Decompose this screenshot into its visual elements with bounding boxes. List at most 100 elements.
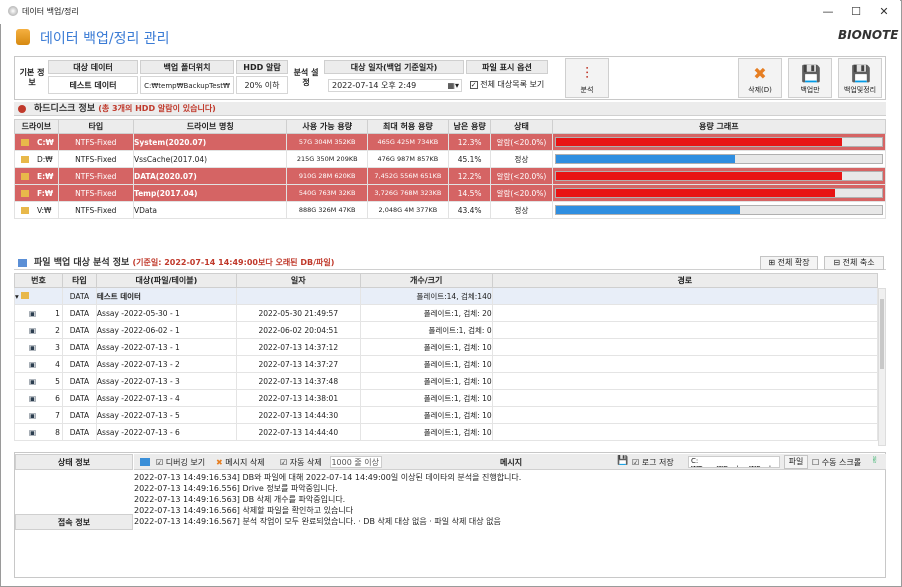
- row-date: 2022-07-13 14:37:48: [235, 372, 361, 390]
- delete-button[interactable]: ✖ 삭제(D): [738, 58, 782, 98]
- expand-label: 전체 확장: [777, 258, 810, 267]
- hdd-col-header[interactable]: 상태: [490, 119, 553, 134]
- drive-letter: V:₩: [37, 205, 52, 215]
- line-limit-field[interactable]: 1000 줄 이상: [330, 456, 382, 468]
- file-row[interactable]: ▣ 6 DATA Assay -2022-07-13 - 4 2022-07-13 14…: [14, 389, 879, 407]
- hdd-row[interactable]: C:₩ NTFS-Fixed System(2020.07) 57G 304M 352…: [14, 133, 887, 151]
- collapse-all-button[interactable]: ⊟ 전체 축소: [824, 256, 884, 270]
- database-icon: [16, 29, 30, 45]
- checkbox-icon[interactable]: ✓: [469, 80, 478, 89]
- hdd-cell-name: Temp(2017.04): [132, 184, 288, 202]
- row-path: [491, 423, 879, 441]
- drive-letter: E:₩: [37, 171, 54, 181]
- log-messages: 2022-07-13 14:49:16.534] DB와 파일에 대해 2022…: [134, 472, 521, 527]
- hdd-cell-drive: V:₩: [14, 201, 59, 219]
- backup-clean-button[interactable]: 💾 백업및정리: [838, 58, 882, 98]
- hdd-row[interactable]: F:₩ NTFS-Fixed Temp(2017.04) 540G 763M 32KB…: [14, 184, 887, 202]
- file-table: 번호 타입 대상(파일/테이블) 일자 개수/크기 경로 ▾ DATA 테스트 데이터 폴레이트…: [14, 273, 879, 441]
- hdd-row[interactable]: V:₩ NTFS-Fixed VData 888G 326M 47KB 2,048G 4…: [14, 201, 887, 219]
- file-row[interactable]: ▣ 2 DATA Assay -2022-06-02 - 1 2022-06-02 20…: [14, 321, 879, 339]
- group-row[interactable]: ▾ DATA 테스트 데이터 폴레이트:14, 검체:140: [14, 287, 879, 305]
- row-number-cell: ▣ 7: [14, 406, 63, 424]
- date-picker[interactable]: 2022-07-14 오후 2:49 ▦▾: [328, 79, 462, 92]
- delete-message-label: 메시지 삭제: [225, 458, 265, 467]
- equalizer-icon: ⫶: [584, 64, 589, 83]
- analyze-label: 분석: [580, 86, 594, 94]
- row-number: 6: [55, 393, 60, 403]
- auto-delete-toggle[interactable]: ☑ 자동 삭제: [280, 457, 322, 468]
- vertical-scrollbar[interactable]: [878, 288, 886, 446]
- file-col-header[interactable]: 대상(파일/테이블): [95, 273, 237, 288]
- manual-scroll-toggle[interactable]: ☐ 수동 스크롤: [812, 457, 861, 468]
- manual-scroll-label: 수동 스크롤: [821, 458, 862, 467]
- close-icon[interactable]: ✕: [876, 4, 892, 20]
- floppy-icon: ▣: [29, 376, 37, 386]
- log-line: 2022-07-13 14:49:16.563] DB 삭제 개수를 파악중입니…: [134, 495, 346, 504]
- delete-message-button[interactable]: ✖ 메시지 삭제: [216, 457, 265, 468]
- hdd-col-header[interactable]: 드라이브: [14, 119, 59, 134]
- row-number: 7: [55, 410, 60, 420]
- hdd-cell-drive: C:₩: [14, 133, 59, 151]
- file-row[interactable]: ▣ 8 DATA Assay -2022-07-13 - 6 2022-07-13 14…: [14, 423, 879, 441]
- hdd-col-header[interactable]: 최대 허용 용량: [366, 119, 449, 134]
- floppy-icon: ▣: [29, 325, 37, 335]
- file-row[interactable]: ▣ 7 DATA Assay -2022-07-13 - 5 2022-07-13 14…: [14, 406, 879, 424]
- analyze-button[interactable]: ⫶ 분석: [565, 58, 609, 98]
- hdd-cell-free: 57G 304M 352KB: [286, 133, 368, 151]
- file-col-header[interactable]: 개수/크기: [359, 273, 493, 288]
- hdd-cell-max: 2,048G 4M 377KB: [366, 201, 449, 219]
- hdd-cell-max: 3,726G 768M 323KB: [366, 184, 449, 202]
- delete-x-icon: ✖: [216, 458, 223, 467]
- hdd-cell-status: 정상: [490, 201, 553, 219]
- expand-all-button[interactable]: ⊞ 전체 확장: [760, 256, 818, 270]
- row-name: Assay -2022-05-30 - 1: [95, 304, 237, 322]
- hdd-col-header[interactable]: 남은 용량: [447, 119, 492, 134]
- auto-delete-label: 자동 삭제: [289, 458, 322, 467]
- file-row[interactable]: ▣ 3 DATA Assay -2022-07-13 - 1 2022-07-13 14…: [14, 338, 879, 356]
- file-row[interactable]: ▣ 1 DATA Assay -2022-05-30 - 1 2022-05-30 21…: [14, 304, 879, 322]
- app-title: 데이터 백업/정리 관리: [40, 31, 170, 47]
- minimize-icon[interactable]: —: [820, 4, 836, 20]
- row-name: Assay -2022-07-13 - 1: [95, 338, 237, 356]
- row-name: Assay -2022-07-13 - 5: [95, 406, 237, 424]
- debug-toggle[interactable]: ☑ 디버깅 보기: [156, 457, 205, 468]
- file-title: 파일 백업 대상 분석 정보: [34, 258, 130, 268]
- backup-only-button[interactable]: 💾 백업만: [788, 58, 832, 98]
- drive-letter: D:₩: [37, 154, 53, 164]
- row-path: [491, 304, 879, 322]
- group-expander[interactable]: ▾: [14, 287, 63, 305]
- file-col-header[interactable]: 번호: [14, 273, 63, 288]
- file-row[interactable]: ▣ 4 DATA Assay -2022-07-13 - 2 2022-07-13 14…: [14, 355, 879, 373]
- row-path: [491, 372, 879, 390]
- file-col-header[interactable]: 일자: [235, 273, 361, 288]
- row-path: [491, 389, 879, 407]
- delete-label: 삭제(D): [748, 86, 772, 94]
- hdd-row[interactable]: E:₩ NTFS-Fixed DATA(2020.07) 910G 28M 620KB…: [14, 167, 887, 185]
- hdd-col-header[interactable]: 사용 가능 용량: [286, 119, 368, 134]
- log-line: 2022-07-13 14:49:16.566] 삭제할 파일을 확인하고 있습…: [134, 506, 354, 515]
- row-number: 5: [55, 376, 60, 386]
- capacity-graph: [551, 201, 887, 219]
- calendar-icon[interactable]: ▦▾: [447, 80, 459, 92]
- file-col-header[interactable]: 타입: [61, 273, 97, 288]
- file-row[interactable]: ▣ 5 DATA Assay -2022-07-13 - 3 2022-07-13 14…: [14, 372, 879, 390]
- root-folder-field[interactable]: C:₩temp₩BackupTest₩: [140, 76, 234, 94]
- log-save-toggle[interactable]: ☑ 로그 저장: [632, 457, 674, 468]
- hdd-row[interactable]: D:₩ NTFS-Fixed VssCache(2017.04) 215G 350M …: [14, 150, 887, 168]
- expand-icon[interactable]: ▾: [15, 292, 18, 301]
- log-path-field[interactable]: C:₩Temp₩Backup₩Backu: [688, 456, 780, 468]
- hdd-cell-status: 알람(<20.0%): [490, 184, 553, 202]
- show-all-option[interactable]: ✓ 전체 대상목록 보기: [466, 78, 548, 92]
- row-type: DATA: [61, 304, 97, 322]
- hdd-col-header[interactable]: 드라이브 명칭: [132, 119, 288, 134]
- drive-icon: [21, 139, 29, 146]
- hdd-cell-type: NTFS-Fixed: [57, 133, 134, 151]
- hands-icon[interactable]: ✌: [871, 456, 879, 466]
- file-button[interactable]: 파일: [784, 455, 808, 469]
- maximize-icon[interactable]: ☐: [848, 4, 864, 20]
- hdd-col-header[interactable]: 용량 그래프: [551, 119, 887, 134]
- hdd-col-header[interactable]: 타입: [57, 119, 134, 134]
- file-col-header[interactable]: 경로: [491, 273, 879, 288]
- scrollbar-thumb[interactable]: [880, 299, 884, 369]
- row-count: 폴레이트:1, 검체: 0: [359, 321, 493, 339]
